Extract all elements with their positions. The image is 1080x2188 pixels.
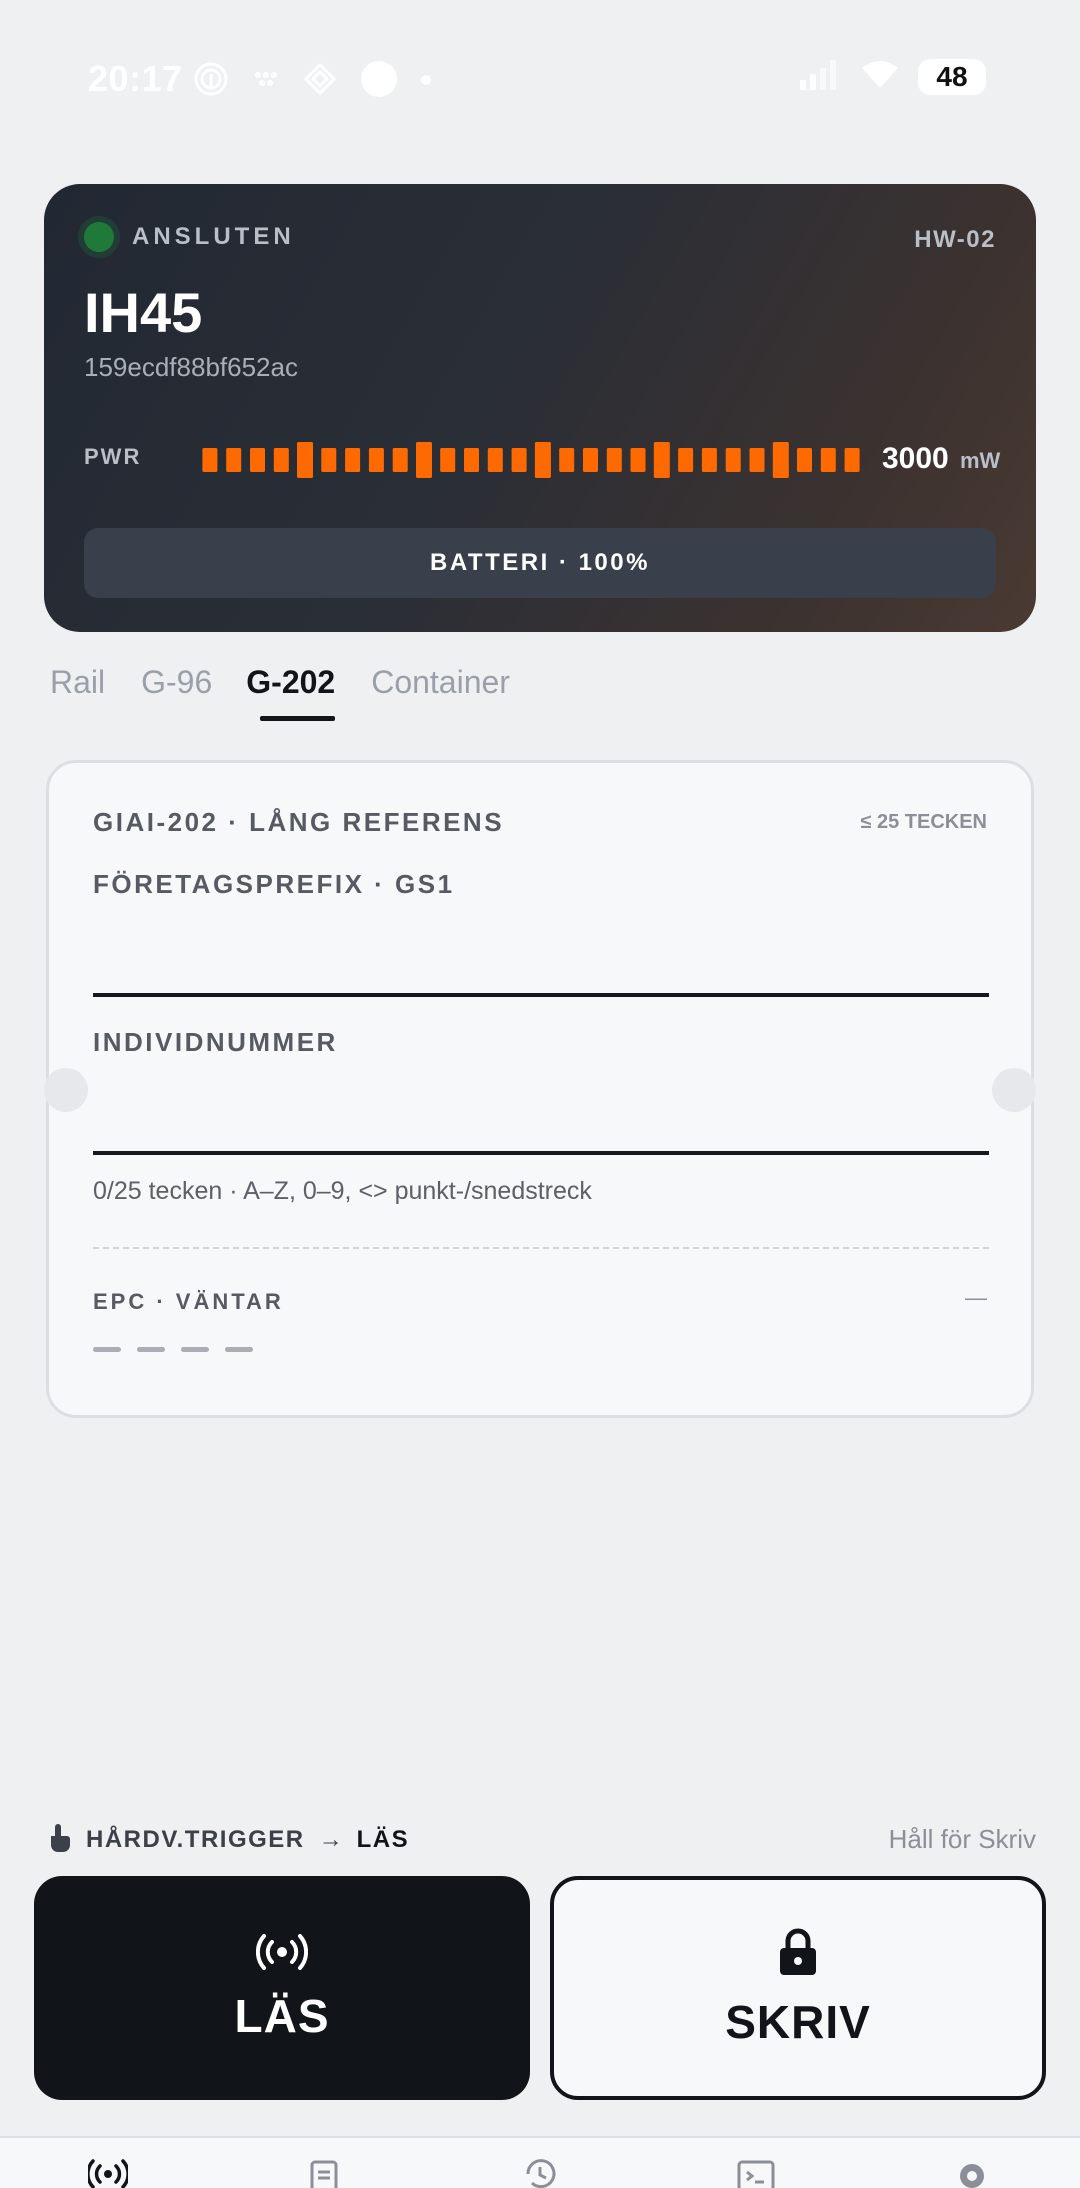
status-bar: 20:17 48: [0, 0, 1080, 160]
power-segment: [273, 448, 289, 472]
form-title: GIAI-202 · LÅNG REFERENS: [93, 807, 505, 837]
battery-button[interactable]: BATTERI · 100%: [84, 528, 996, 598]
power-segment: [583, 448, 598, 472]
power-segment: [321, 448, 337, 472]
tab-g96[interactable]: G-96: [141, 664, 212, 721]
hold-hint: Håll för Skriv: [888, 1824, 1036, 1854]
input-hint: 0/25 tecken · A–Z, 0–9, <> punkt-/snedst…: [93, 1177, 592, 1205]
power-segment: [416, 442, 432, 478]
radio-waves-icon: [255, 1933, 309, 1975]
dashed-divider: [93, 1247, 989, 1249]
wifi-icon: [860, 58, 900, 95]
power-segment: [534, 442, 551, 478]
power-segment: [226, 448, 242, 472]
power-segment: [559, 448, 575, 472]
power-segment: [345, 448, 361, 472]
epc-placeholder: [93, 1347, 253, 1352]
hardware-id: HW-02: [914, 226, 996, 253]
individual-number-label: INDIVIDNUMMER: [93, 1027, 338, 1057]
connection-status: ANSLUTEN: [84, 222, 295, 252]
write-button[interactable]: SKRIV: [550, 1876, 1046, 2100]
trigger-arrow: →: [318, 1825, 343, 1853]
circle-icon: [360, 60, 398, 103]
left-swipe-handle[interactable]: [44, 1068, 88, 1112]
power-segment: [487, 448, 503, 472]
device-name: IH45: [84, 281, 203, 344]
read-button[interactable]: LÄS: [34, 1876, 530, 2100]
right-swipe-handle[interactable]: [992, 1068, 1036, 1112]
power-segment: [440, 448, 456, 472]
epc-status-label: EPC · VÄNTAR: [93, 1289, 284, 1314]
signal-icon: [798, 58, 842, 95]
power-segment: [797, 448, 812, 472]
bottom-navigation: [0, 2136, 1080, 2188]
connection-label: ANSLUTEN: [132, 223, 295, 250]
write-button-label: SKRIV: [725, 1995, 871, 2048]
power-segment: [820, 448, 836, 472]
power-label: PWR: [84, 444, 142, 469]
notification-icon: [252, 65, 280, 98]
epc-status-value: —: [965, 1285, 987, 1310]
power-segment: [392, 448, 408, 472]
power-segment: [297, 442, 313, 478]
power-segment: [701, 448, 717, 472]
fingerprint-icon: [192, 60, 230, 103]
character-limit: ≤ 25 TECKEN: [860, 811, 987, 833]
lock-icon: [778, 1928, 818, 1981]
device-card: ANSLUTEN HW-02 IH45 159ecdf88bf652ac PWR…: [44, 184, 1036, 632]
power-level-bars: [198, 440, 864, 480]
read-button-label: LÄS: [234, 1989, 330, 2042]
giai-form-card: GIAI-202 · LÅNG REFERENS ≤ 25 TECKEN FÖR…: [46, 760, 1034, 1418]
company-prefix-label: FÖRETAGSPREFIX · GS1: [93, 869, 455, 899]
power-segment: [606, 448, 622, 472]
power-segment: [368, 448, 384, 472]
power-segment: [511, 448, 527, 472]
trigger-text: HÅRDV.TRIGGER: [86, 1825, 305, 1853]
hardware-trigger-row: HÅRDV.TRIGGER → LÄS: [46, 1822, 409, 1857]
tab-g202[interactable]: G-202: [246, 664, 336, 721]
tab-container[interactable]: Container: [371, 664, 510, 721]
touch-icon: [46, 1822, 72, 1857]
trigger-action: LÄS: [356, 1825, 410, 1853]
power-segment: [202, 448, 218, 472]
company-prefix-input[interactable]: [93, 913, 989, 997]
nav-radio-icon[interactable]: [86, 2158, 130, 2188]
tab-g202-label: G-202: [246, 664, 336, 700]
nav-history-icon[interactable]: [520, 2158, 560, 2188]
power-segment: [630, 448, 646, 472]
status-dot: [84, 222, 114, 252]
power-value: 3000: [882, 442, 949, 475]
tab-rail[interactable]: Rail: [50, 664, 105, 721]
power-segment: [250, 448, 265, 472]
tag-type-tabs: Rail G-96 G-202 Container: [50, 664, 510, 721]
nav-gear-icon[interactable]: [952, 2158, 992, 2188]
power-segment: [678, 448, 694, 472]
power-segment: [725, 448, 741, 472]
power-segment: [653, 442, 670, 478]
nav-clipboard-icon[interactable]: [304, 2158, 344, 2188]
power-segment: [464, 448, 479, 472]
power-segment: [749, 448, 765, 472]
active-tab-indicator: [260, 716, 336, 721]
status-time: 20:17: [88, 58, 183, 99]
dot-icon: [420, 73, 432, 91]
individual-number-input[interactable]: [93, 1069, 989, 1155]
battery-indicator: 48: [918, 58, 986, 95]
power-segment: [844, 448, 860, 472]
power-segment: [772, 442, 789, 478]
power-unit: mW: [960, 448, 1001, 473]
diamond-icon: [302, 61, 338, 102]
nav-terminal-icon[interactable]: [736, 2158, 776, 2188]
device-serial: 159ecdf88bf652ac: [84, 352, 298, 382]
